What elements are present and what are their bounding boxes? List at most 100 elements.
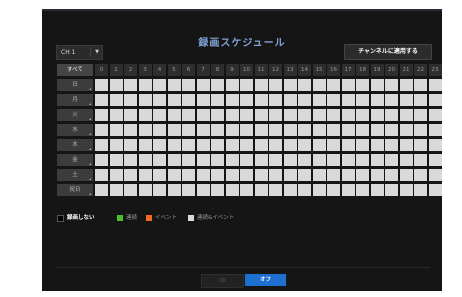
schedule-cell[interactable] bbox=[356, 154, 369, 166]
schedule-cell[interactable] bbox=[327, 94, 340, 106]
schedule-cell[interactable] bbox=[312, 124, 326, 136]
schedule-cell[interactable] bbox=[254, 124, 268, 136]
schedule-cell[interactable] bbox=[240, 139, 253, 151]
schedule-cell[interactable] bbox=[196, 109, 210, 121]
schedule-cell[interactable] bbox=[428, 94, 442, 106]
schedule-cell[interactable] bbox=[95, 94, 108, 106]
schedule-cell[interactable] bbox=[211, 79, 224, 91]
schedule-cell[interactable] bbox=[341, 184, 355, 196]
schedule-cell[interactable] bbox=[385, 79, 398, 91]
schedule-cell[interactable] bbox=[385, 124, 398, 136]
schedule-cell[interactable] bbox=[225, 154, 239, 166]
schedule-cell[interactable] bbox=[124, 79, 137, 91]
schedule-cell[interactable] bbox=[254, 139, 268, 151]
schedule-cell[interactable] bbox=[167, 169, 181, 181]
schedule-cell[interactable] bbox=[356, 109, 369, 121]
schedule-cell[interactable] bbox=[254, 169, 268, 181]
schedule-cell[interactable] bbox=[196, 94, 210, 106]
schedule-cell[interactable] bbox=[327, 79, 340, 91]
schedule-cell[interactable] bbox=[225, 184, 239, 196]
schedule-cell[interactable] bbox=[109, 79, 123, 91]
schedule-cell[interactable] bbox=[167, 79, 181, 91]
hour-header[interactable]: 0 bbox=[95, 64, 108, 76]
schedule-cell[interactable] bbox=[399, 124, 413, 136]
schedule-cell[interactable] bbox=[399, 139, 413, 151]
day-label[interactable]: 日 bbox=[57, 79, 93, 91]
schedule-cell[interactable] bbox=[254, 109, 268, 121]
hour-header[interactable]: 10 bbox=[240, 64, 253, 76]
select-all-label[interactable]: すべて bbox=[57, 64, 93, 76]
schedule-cell[interactable] bbox=[254, 79, 268, 91]
hour-header[interactable]: 3 bbox=[138, 64, 152, 76]
schedule-cell[interactable] bbox=[240, 79, 253, 91]
schedule-cell[interactable] bbox=[182, 139, 195, 151]
schedule-cell[interactable] bbox=[298, 184, 311, 196]
schedule-cell[interactable] bbox=[428, 124, 442, 136]
schedule-cell[interactable] bbox=[95, 154, 108, 166]
schedule-cell[interactable] bbox=[167, 139, 181, 151]
schedule-cell[interactable] bbox=[269, 139, 282, 151]
hour-header[interactable]: 13 bbox=[283, 64, 297, 76]
schedule-cell[interactable] bbox=[225, 79, 239, 91]
hour-header[interactable]: 6 bbox=[182, 64, 195, 76]
schedule-cell[interactable] bbox=[370, 184, 384, 196]
schedule-cell[interactable] bbox=[312, 94, 326, 106]
schedule-cell[interactable] bbox=[182, 109, 195, 121]
schedule-cell[interactable] bbox=[167, 94, 181, 106]
schedule-cell[interactable] bbox=[414, 184, 427, 196]
schedule-cell[interactable] bbox=[312, 109, 326, 121]
hour-header[interactable]: 21 bbox=[399, 64, 413, 76]
schedule-cell[interactable] bbox=[153, 79, 166, 91]
schedule-cell[interactable] bbox=[95, 184, 108, 196]
schedule-cell[interactable] bbox=[196, 184, 210, 196]
schedule-cell[interactable] bbox=[414, 94, 427, 106]
schedule-cell[interactable] bbox=[298, 109, 311, 121]
schedule-cell[interactable] bbox=[399, 79, 413, 91]
schedule-cell[interactable] bbox=[254, 154, 268, 166]
apply-to-channels-button[interactable]: チャンネルに適用する bbox=[344, 44, 432, 60]
schedule-cell[interactable] bbox=[138, 139, 152, 151]
schedule-cell[interactable] bbox=[298, 139, 311, 151]
schedule-cell[interactable] bbox=[356, 124, 369, 136]
schedule-cell[interactable] bbox=[95, 169, 108, 181]
schedule-cell[interactable] bbox=[138, 79, 152, 91]
schedule-cell[interactable] bbox=[370, 124, 384, 136]
schedule-cell[interactable] bbox=[385, 169, 398, 181]
schedule-cell[interactable] bbox=[414, 79, 427, 91]
schedule-cell[interactable] bbox=[211, 124, 224, 136]
schedule-cell[interactable] bbox=[95, 139, 108, 151]
schedule-cell[interactable] bbox=[109, 184, 123, 196]
schedule-cell[interactable] bbox=[153, 139, 166, 151]
off-button[interactable]: オフ bbox=[245, 274, 286, 286]
schedule-cell[interactable] bbox=[269, 154, 282, 166]
schedule-cell[interactable] bbox=[283, 109, 297, 121]
schedule-cell[interactable] bbox=[182, 184, 195, 196]
schedule-cell[interactable] bbox=[385, 94, 398, 106]
schedule-cell[interactable] bbox=[283, 124, 297, 136]
schedule-cell[interactable] bbox=[138, 109, 152, 121]
schedule-cell[interactable] bbox=[182, 79, 195, 91]
schedule-cell[interactable] bbox=[196, 124, 210, 136]
schedule-cell[interactable] bbox=[240, 169, 253, 181]
schedule-cell[interactable] bbox=[414, 154, 427, 166]
schedule-cell[interactable] bbox=[312, 139, 326, 151]
schedule-cell[interactable] bbox=[428, 109, 442, 121]
schedule-cell[interactable] bbox=[240, 154, 253, 166]
schedule-cell[interactable] bbox=[356, 139, 369, 151]
schedule-cell[interactable] bbox=[196, 154, 210, 166]
schedule-cell[interactable] bbox=[399, 154, 413, 166]
day-label[interactable]: 月 bbox=[57, 94, 93, 106]
schedule-cell[interactable] bbox=[138, 124, 152, 136]
schedule-cell[interactable] bbox=[109, 94, 123, 106]
schedule-cell[interactable] bbox=[327, 139, 340, 151]
hour-header[interactable]: 16 bbox=[327, 64, 340, 76]
schedule-cell[interactable] bbox=[182, 94, 195, 106]
schedule-cell[interactable] bbox=[370, 139, 384, 151]
schedule-cell[interactable] bbox=[182, 169, 195, 181]
schedule-cell[interactable] bbox=[312, 79, 326, 91]
schedule-cell[interactable] bbox=[153, 94, 166, 106]
day-label[interactable]: 火 bbox=[57, 109, 93, 121]
schedule-cell[interactable] bbox=[356, 184, 369, 196]
schedule-cell[interactable] bbox=[370, 154, 384, 166]
schedule-cell[interactable] bbox=[327, 169, 340, 181]
